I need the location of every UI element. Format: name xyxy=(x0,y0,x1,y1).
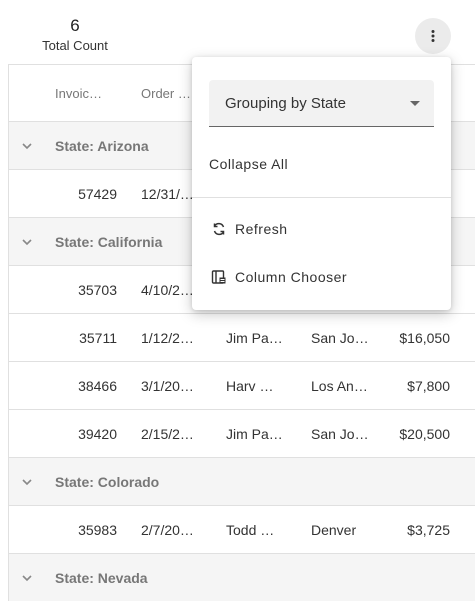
table-cell: 57429 xyxy=(78,185,117,202)
table-cell: 35711 xyxy=(79,329,117,346)
chevron-down-icon xyxy=(22,478,32,485)
table-cell: 2/7/20… xyxy=(141,521,194,538)
expand-toggle[interactable] xyxy=(21,218,33,265)
group-title: State: Colorado xyxy=(55,473,160,490)
table-cell: Jim Pa… xyxy=(226,329,283,346)
chevron-down-icon xyxy=(22,574,32,581)
column-header-invoice[interactable]: Invoic… xyxy=(55,65,127,121)
total-count-value: 6 xyxy=(70,16,80,35)
column-chooser-icon xyxy=(211,270,226,284)
column-chooser-label: Column Chooser xyxy=(235,269,348,285)
chevron-down-icon xyxy=(22,238,32,245)
table-cell: 38466 xyxy=(78,377,117,394)
table-cell: San Jo… xyxy=(311,329,369,346)
expand-toggle[interactable] xyxy=(21,122,33,169)
more-vertical-icon xyxy=(431,30,435,42)
table-cell: $16,050 xyxy=(399,329,450,346)
table-row[interactable]: 35711 1/12/2… Jim Pa… San Jo… $16,050 xyxy=(9,314,475,362)
table-cell: Harv … xyxy=(226,377,274,394)
refresh-menu-item[interactable]: Refresh xyxy=(192,209,451,249)
table-row[interactable]: 35983 2/7/20… Todd … Denver $3,725 xyxy=(9,506,475,554)
table-cell: $20,500 xyxy=(399,425,450,442)
table-cell: 35983 xyxy=(78,521,117,538)
table-cell: 39420 xyxy=(78,425,117,442)
table-cell: San Jo… xyxy=(311,425,369,442)
column-chooser-menu-item[interactable]: Column Chooser xyxy=(192,257,451,297)
table-cell: 2/15/2… xyxy=(141,425,194,442)
collapse-all-label: Collapse All xyxy=(209,156,289,172)
group-title: State: Nevada xyxy=(55,569,148,586)
table-row[interactable]: 39420 2/15/2… Jim Pa… San Jo… $20,500 xyxy=(9,410,475,458)
grid-options-menu: Grouping by State Collapse All Refresh C… xyxy=(192,57,451,310)
grouping-select[interactable]: Grouping by State xyxy=(209,80,434,127)
expand-toggle[interactable] xyxy=(21,554,33,601)
chevron-down-icon xyxy=(22,142,32,149)
refresh-label: Refresh xyxy=(235,221,288,237)
table-cell: Los An… xyxy=(311,377,368,394)
table-cell: $3,725 xyxy=(407,521,450,538)
collapse-all-menu-item[interactable]: Collapse All xyxy=(192,144,451,184)
table-cell: 3/1/20… xyxy=(141,377,194,394)
group-row[interactable]: State: Nevada xyxy=(9,554,475,601)
group-row[interactable]: State: Colorado xyxy=(9,458,475,506)
table-row[interactable]: 38466 3/1/20… Harv … Los An… $7,800 xyxy=(9,362,475,410)
table-cell: $7,800 xyxy=(407,377,450,394)
table-cell: Todd … xyxy=(226,521,275,538)
table-cell: 35703 xyxy=(78,281,117,298)
dropdown-caret-icon xyxy=(410,101,420,106)
total-count-summary: 6 Total Count xyxy=(38,16,112,55)
expand-toggle[interactable] xyxy=(21,458,33,505)
more-options-button[interactable] xyxy=(415,18,451,54)
menu-divider xyxy=(192,197,451,198)
table-cell: Jim Pa… xyxy=(226,425,283,442)
grouping-select-value: Grouping by State xyxy=(225,94,346,112)
total-count-label: Total Count xyxy=(42,38,108,53)
table-cell: 1/12/2… xyxy=(141,329,194,346)
refresh-icon xyxy=(213,222,225,236)
table-cell: Denver xyxy=(311,521,357,538)
